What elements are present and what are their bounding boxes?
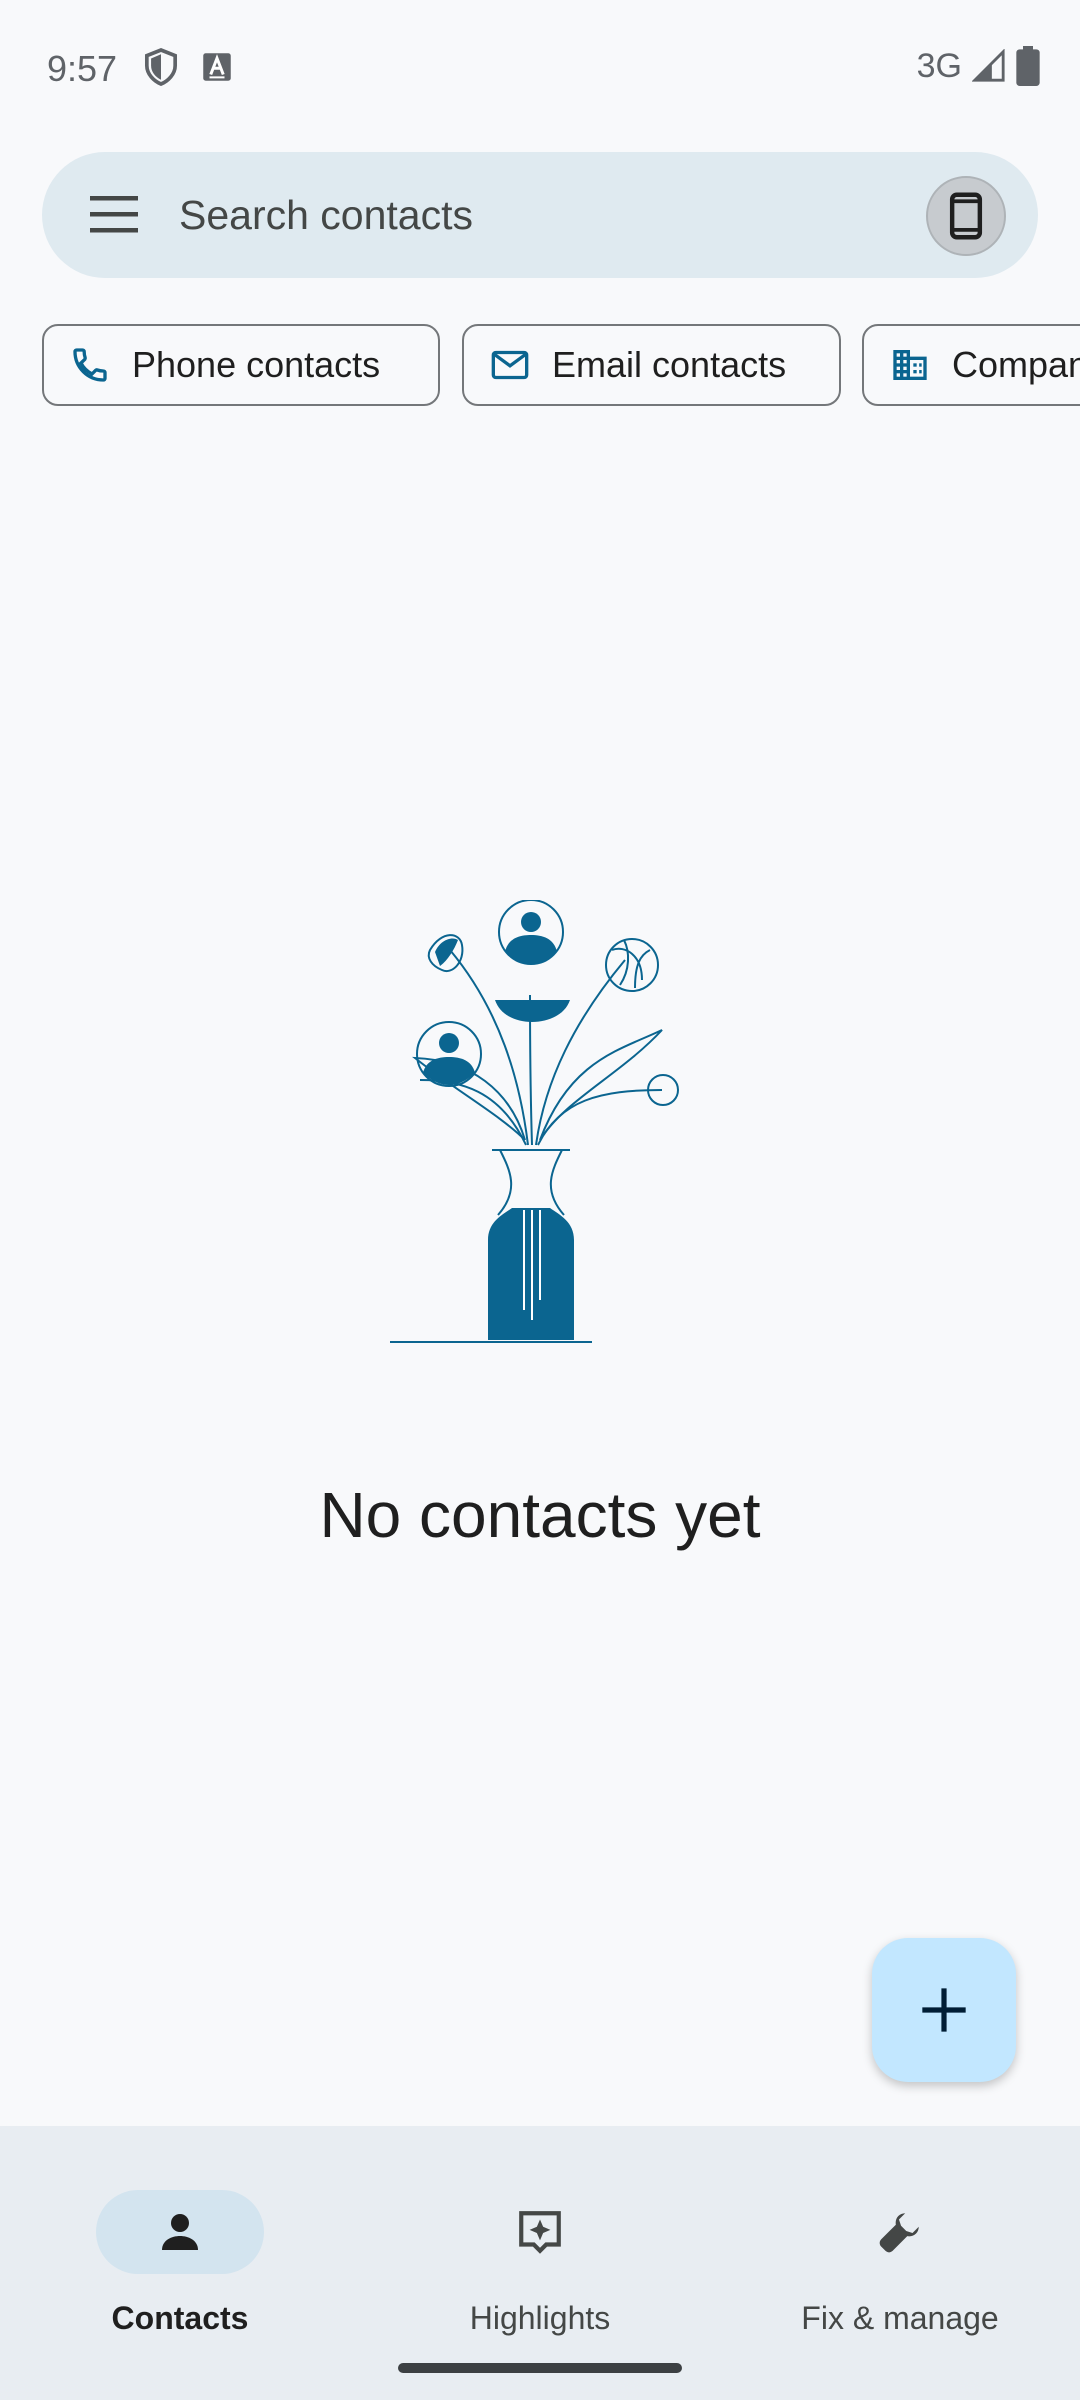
status-notification-icons	[144, 48, 232, 86]
account-device-button[interactable]	[926, 176, 1006, 256]
phone-icon	[68, 343, 112, 387]
nav-highlights[interactable]: Highlights	[360, 2158, 720, 2338]
search-bar[interactable]: Search contacts	[42, 152, 1038, 278]
add-contact-button[interactable]	[872, 1938, 1016, 2082]
nav-icon-container	[816, 2190, 984, 2274]
chip-company[interactable]: Company	[862, 324, 1080, 406]
nav-contacts[interactable]: Contacts	[0, 2158, 360, 2338]
person-icon	[162, 2214, 198, 2250]
chip-email-contacts[interactable]: Email contacts	[462, 324, 841, 406]
signal-icon	[972, 49, 1005, 82]
home-gesture-bar[interactable]	[398, 2363, 682, 2373]
nav-icon-container	[456, 2190, 624, 2274]
plus-icon	[922, 1988, 966, 2032]
keyboard-a-icon	[203, 53, 231, 81]
search-input[interactable]: Search contacts	[179, 192, 473, 239]
status-system-icons: 3G	[917, 46, 1040, 86]
bottom-navigation: Contacts Highlights Fix & manage	[0, 2126, 1080, 2400]
empty-state-title: No contacts yet	[319, 1479, 761, 1551]
mail-icon	[488, 343, 532, 387]
phone-device-icon	[949, 192, 983, 240]
status-time: 9:57	[47, 48, 118, 89]
battery-icon	[1016, 46, 1040, 86]
status-bar: 9:57 3G	[0, 0, 1080, 134]
chip-label: Company	[952, 344, 1080, 385]
shield-icon	[144, 48, 178, 86]
network-type: 3G	[916, 46, 962, 85]
chip-label: Phone contacts	[132, 344, 381, 385]
nav-label: Fix & manage	[801, 2300, 999, 2336]
nav-active-indicator	[96, 2190, 264, 2274]
wrench-icon	[879, 2213, 919, 2253]
highlights-icon	[519, 2211, 561, 2254]
filter-chips: Phone contacts Email contacts Compan	[42, 324, 1080, 408]
chip-phone-contacts[interactable]: Phone contacts	[42, 324, 440, 406]
nav-fix-manage[interactable]: Fix & manage	[720, 2158, 1080, 2338]
chip-label: Email contacts	[552, 344, 787, 385]
nav-label: Highlights	[469, 2300, 611, 2336]
nav-label: Contacts	[111, 2300, 249, 2336]
empty-state-illustration	[390, 900, 679, 1343]
menu-icon[interactable]	[88, 190, 144, 240]
building-icon	[888, 343, 932, 387]
